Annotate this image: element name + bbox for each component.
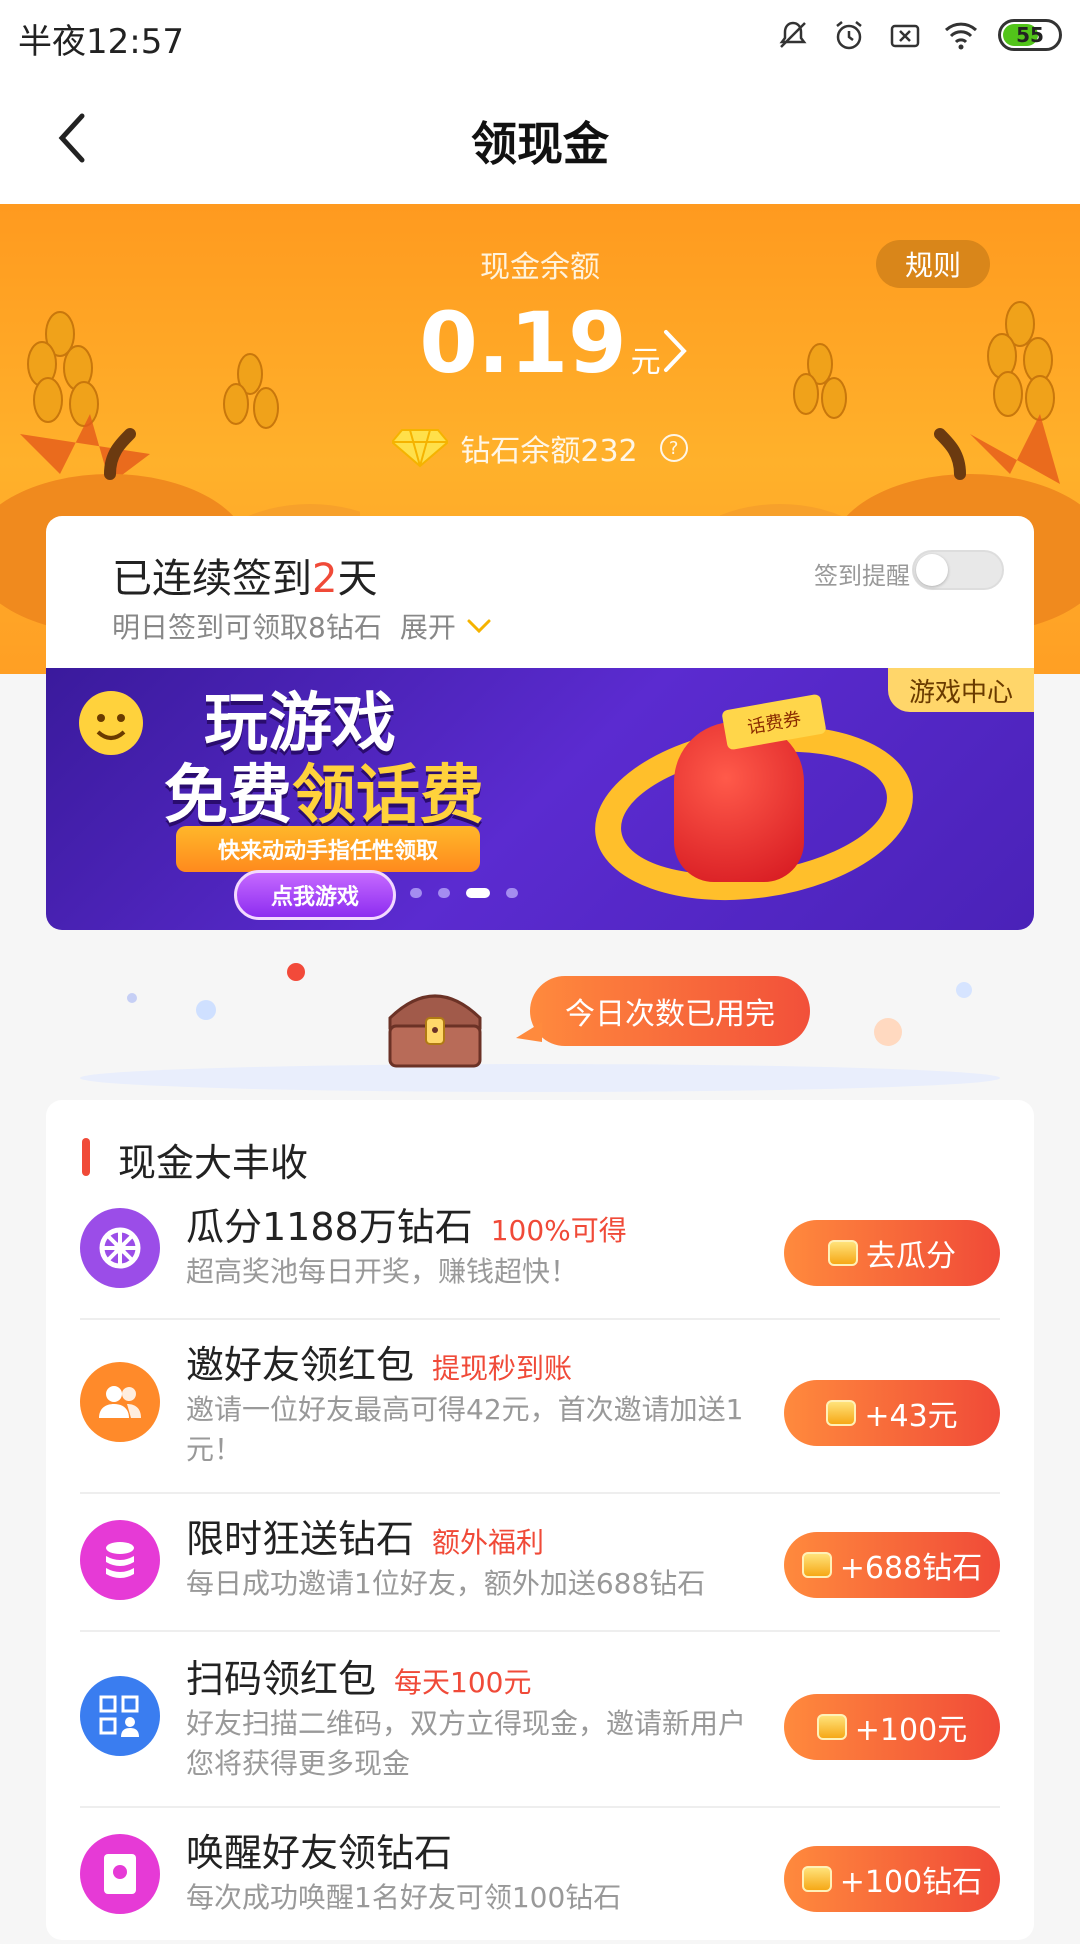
task-tag: 100%可得 [490,1214,627,1247]
battery-level: 55 [1016,23,1044,47]
task-row: 唤醒好友领钻石 每次成功唤醒1名好友可领100钻石 +100钻石 [80,1822,1000,1944]
headline-line2: 免费领话费 [164,760,484,832]
tomorrow-reward-text: 明日签到可领取8钻石 [112,611,382,644]
mute-icon [774,16,812,54]
balance-value: 0.19 [419,294,627,392]
cash-harvest-section: 现金大丰收 瓜分1188万钻石 100%可得 超高奖池每日开奖，赚钱超快！ 去瓜分… [46,1100,1034,1940]
headline-highlight: 领话费 [292,759,484,833]
chevron-right-icon[interactable] [660,326,690,376]
game-banner[interactable]: 游戏中心 玩游戏 免费领话费 快来动动手指任性领取 点我游戏 话费券 [46,668,1034,930]
task-button-label: +43元 [864,1399,958,1434]
task-tag: 提现秒到账 [432,1352,573,1385]
task-desc: 超高奖池每日开奖，赚钱超快！ [186,1255,579,1288]
qr-user-icon [80,1676,160,1756]
treasure-area: 今日次数已用完 [0,950,1080,1100]
toggle-knob [916,554,948,586]
page-dot [506,888,518,898]
task-title-text: 限时狂送钻石 [186,1517,415,1561]
page-dot [438,888,450,898]
diamond-text: 钻石余额232 [460,434,638,469]
remind-toggle[interactable] [912,550,1004,590]
task-tag: 每天100元 [394,1666,532,1699]
expand-label: 展开 [399,611,456,644]
coin-icon [801,1552,832,1578]
play-game-button[interactable]: 点我游戏 [234,870,396,920]
coin-icon [816,1714,847,1740]
task-button-label: +100钻石 [839,1865,983,1900]
game-center-tag[interactable]: 游戏中心 [888,668,1034,712]
rules-button[interactable]: 规则 [876,240,990,288]
task-desc: 邀请一位好友最高可得42元，首次邀请加送1元！ [186,1393,744,1466]
task-title-text: 邀好友领红包 [186,1343,415,1387]
limit-reached-bubble: 今日次数已用完 [516,976,810,1046]
banner-ribbon: 快来动动手指任性领取 [176,826,480,872]
task-title-text: 扫码领红包 [186,1657,377,1701]
task-desc: 每次成功唤醒1名好友可领100钻石 [186,1881,622,1914]
banner-headline: 玩游戏 免费领话费 [164,688,484,832]
coin-stack-icon [80,1520,160,1600]
friends-icon [80,1362,160,1442]
streak-prefix: 已连续签到 [112,556,312,602]
task-action-button[interactable]: +688钻石 [784,1532,1000,1598]
alarm-icon [830,16,868,54]
balance-amount[interactable]: 0.19 元 [0,294,1080,392]
treasure-chest-icon[interactable] [380,978,490,1072]
task-desc: 每日成功邀请1位好友，额外加送688钻石 [186,1567,706,1600]
remind-label: 签到提醒 [814,562,910,590]
task-title: 限时狂送钻石 额外福利 [186,1508,544,1563]
headline-line1: 玩游戏 [204,687,396,761]
task-row: 限时狂送钻石 额外福利 每日成功邀请1位好友，额外加送688钻石 +688钻石 [80,1508,1000,1632]
help-icon[interactable]: ? [659,434,688,462]
page-title: 领现金 [471,117,609,171]
task-title: 邀好友领红包 提现秒到账 [186,1334,572,1389]
status-icons: 55 [774,16,1062,54]
task-title: 瓜分1188万钻石 100%可得 [186,1196,627,1251]
task-tag: 额外福利 [432,1526,545,1559]
task-action-button[interactable]: +43元 [784,1380,1000,1446]
task-desc: 好友扫描二维码，双方立得现金，邀请新用户您将获得更多现金 [186,1707,747,1780]
balance-unit: 元 [630,345,661,380]
page-dot [410,888,422,898]
status-bar: 半夜12:57 55 [0,0,1080,74]
nav-bar: 领现金 [0,74,1080,204]
banner-pagination [410,888,518,898]
page-dot-active [466,888,490,898]
emoji-icon [79,691,143,755]
task-row: 扫码领红包 每天100元 好友扫描二维码，双方立得现金，邀请新用户您将获得更多现金… [80,1648,1000,1808]
checkin-streak: 已连续签到2天 [112,546,377,604]
diamond-icon [392,429,449,468]
headline-free: 免费 [164,759,292,833]
task-button-label: 去瓜分 [866,1239,956,1274]
streak-days: 2 [312,556,338,602]
task-title: 扫码领红包 每天100元 [186,1648,531,1703]
task-row: 邀好友领红包 提现秒到账 邀请一位好友最高可得42元，首次邀请加送1元！ +43元 [80,1334,1000,1494]
status-time: 半夜12:57 [18,22,184,62]
red-envelope-icon [80,1834,160,1914]
task-row: 瓜分1188万钻石 100%可得 超高奖池每日开奖，赚钱超快！ 去瓜分 [80,1196,1000,1320]
task-title: 唤醒好友领钻石 [186,1822,452,1877]
task-button-label: +688钻石 [839,1551,983,1586]
diamond-balance: 钻石余额232 ? [0,426,1080,470]
sim-x-icon [886,16,924,54]
task-action-button[interactable]: +100元 [784,1694,1000,1760]
task-action-button[interactable]: +100钻石 [784,1846,1000,1912]
wheel-icon [80,1208,160,1288]
checkin-card: 已连续签到2天 明日签到可领取8钻石 展开 签到提醒 [46,516,1034,676]
task-title-text: 瓜分1188万钻石 [186,1205,473,1249]
coin-icon [801,1866,832,1892]
task-title-text: 唤醒好友领钻石 [186,1831,453,1875]
task-button-label: +100元 [854,1713,968,1748]
coin-icon [826,1400,857,1426]
task-action-button[interactable]: 去瓜分 [784,1220,1000,1286]
checkin-sub: 明日签到可领取8钻石 展开 [112,606,492,646]
section-title: 现金大丰收 [82,1132,308,1187]
chevron-down-icon [467,619,491,634]
battery-icon: 55 [998,19,1062,51]
coin-icon [828,1240,858,1266]
wifi-icon [942,16,980,54]
streak-suffix: 天 [337,556,378,602]
expand-button[interactable]: 展开 [400,606,492,646]
